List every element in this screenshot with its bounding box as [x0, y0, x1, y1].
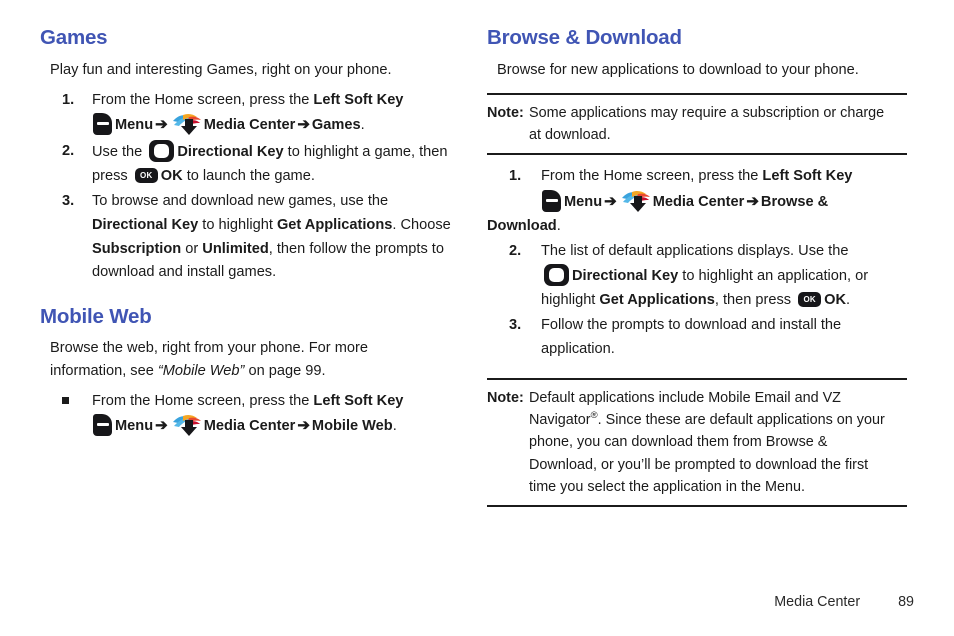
- ok-key-icon: OK: [798, 291, 822, 307]
- left-soft-key-label: Left Soft Key: [313, 392, 404, 409]
- games-steps-list: 1. From the Home screen, press the Left …: [40, 89, 460, 285]
- step-number: 3.: [62, 193, 75, 210]
- left-soft-key-icon: [93, 113, 112, 136]
- step-text: From the Home screen, press the Left Sof…: [541, 168, 853, 213]
- mobile-web-cross-reference: “Mobile Web”: [157, 362, 245, 379]
- page-title-browse-download: Browse & Download: [487, 26, 682, 49]
- directional-key-icon: [149, 140, 175, 163]
- step-text: The list of default applications display…: [541, 243, 869, 308]
- unlimited-label: Unlimited: [202, 240, 269, 257]
- note-text: Default applications include Mobile Emai…: [529, 389, 885, 495]
- step-text: Follow the prompts to download and insta…: [541, 317, 842, 357]
- note-label: Note:: [487, 389, 524, 406]
- footer-chapter-name: Media Center: [774, 594, 861, 610]
- browse-steps-list: 1. From the Home screen, press the Left …: [487, 165, 907, 361]
- media-center-label: Media Center: [203, 117, 296, 134]
- directional-key-label: Directional Key: [177, 144, 284, 161]
- note-label: Note:: [487, 104, 524, 121]
- right-column: Browse & Download Browse for new applica…: [487, 26, 907, 517]
- footer-page-number: 89: [898, 594, 914, 610]
- directional-key-label: Directional Key: [92, 216, 199, 233]
- list-item: 3. Follow the prompts to download and in…: [487, 314, 907, 361]
- media-center-label: Media Center: [652, 194, 745, 211]
- left-soft-key-icon: [542, 190, 561, 213]
- mobile-web-steps-list: From the Home screen, press the Left Sof…: [40, 390, 460, 439]
- note-block-top: Note: Some applications may require a su…: [487, 92, 907, 156]
- games-intro-text: Play fun and interesting Games, right on…: [50, 61, 392, 78]
- square-bullet-icon: [62, 396, 69, 404]
- arrow-icon: ➔: [155, 417, 168, 435]
- list-item: 1. From the Home screen, press the Left …: [40, 89, 460, 138]
- menu-label: Menu: [115, 117, 154, 134]
- directional-key-icon: [544, 263, 569, 286]
- step-text-continuation: Download.: [487, 217, 561, 234]
- arrow-icon: ➔: [604, 193, 617, 211]
- page-footer: Media Center 89: [0, 590, 954, 610]
- step-text: From the Home screen, press the Left Sof…: [92, 91, 404, 136]
- footer-inner: Media Center 89: [774, 594, 914, 610]
- list-item: From the Home screen, press the Left Sof…: [40, 390, 460, 439]
- ok-key-icon: OK: [134, 167, 158, 183]
- menu-label: Menu: [115, 418, 154, 435]
- download-label: Download: [487, 217, 557, 234]
- arrow-icon: ➔: [297, 116, 310, 134]
- registered-trademark-icon: ®: [590, 410, 598, 422]
- page-title-games: Games: [40, 26, 108, 49]
- step-number: 1.: [509, 168, 522, 185]
- list-item: 2. Use the Directional Key to highlight …: [40, 140, 460, 188]
- get-applications-label: Get Applications: [276, 216, 393, 233]
- menu-label: Menu: [564, 194, 603, 211]
- mobile-web-intro-text: Browse the web, right from your phone. F…: [50, 340, 368, 379]
- list-item: 3. To browse and download new games, use…: [40, 190, 460, 285]
- page-title-mobile-web: Mobile Web: [40, 304, 152, 328]
- directional-key-label: Directional Key: [572, 267, 679, 284]
- step-text: Use the Directional Key to highlight a g…: [92, 140, 448, 184]
- media-center-icon: [621, 189, 651, 213]
- subscription-label: Subscription: [92, 240, 182, 257]
- note-body: Note: Default applications include Mobil…: [487, 387, 907, 499]
- browse-and-label: Browse &: [760, 194, 829, 211]
- step-number: 2.: [509, 243, 522, 260]
- list-item: 2. The list of default applications disp…: [487, 240, 907, 312]
- media-center-icon: [172, 112, 202, 136]
- get-applications-label: Get Applications: [599, 291, 715, 308]
- browse-intro-text: Browse for new applications to download …: [497, 61, 859, 78]
- arrow-icon: ➔: [155, 116, 168, 134]
- arrow-icon: ➔: [746, 193, 759, 211]
- left-soft-key-label: Left Soft Key: [762, 168, 853, 185]
- left-soft-key-label: Left Soft Key: [313, 91, 404, 108]
- mobile-web-label: Mobile Web: [311, 418, 393, 435]
- step-number: 3.: [509, 317, 522, 334]
- note-block-bottom: Note: Default applications include Mobil…: [487, 377, 907, 508]
- media-center-label: Media Center: [203, 418, 296, 435]
- ok-label: OK: [160, 167, 183, 184]
- step-number: 1.: [62, 91, 75, 108]
- games-label: Games: [311, 117, 361, 134]
- left-soft-key-icon: [93, 414, 112, 437]
- note-text: Some applications may require a subscrip…: [529, 104, 885, 144]
- step-text: To browse and download new games, use th…: [92, 193, 451, 281]
- list-item: 1. From the Home screen, press the Left …: [487, 165, 907, 238]
- manual-page: Games Play fun and interesting Games, ri…: [0, 0, 954, 636]
- ok-label: OK: [824, 291, 847, 308]
- note-body: Note: Some applications may require a su…: [487, 102, 907, 147]
- step-text: From the Home screen, press the Left Sof…: [92, 392, 404, 437]
- media-center-icon: [172, 413, 202, 437]
- left-column: Games Play fun and interesting Games, ri…: [40, 26, 460, 441]
- step-number: 2.: [62, 143, 75, 160]
- arrow-icon: ➔: [297, 417, 310, 435]
